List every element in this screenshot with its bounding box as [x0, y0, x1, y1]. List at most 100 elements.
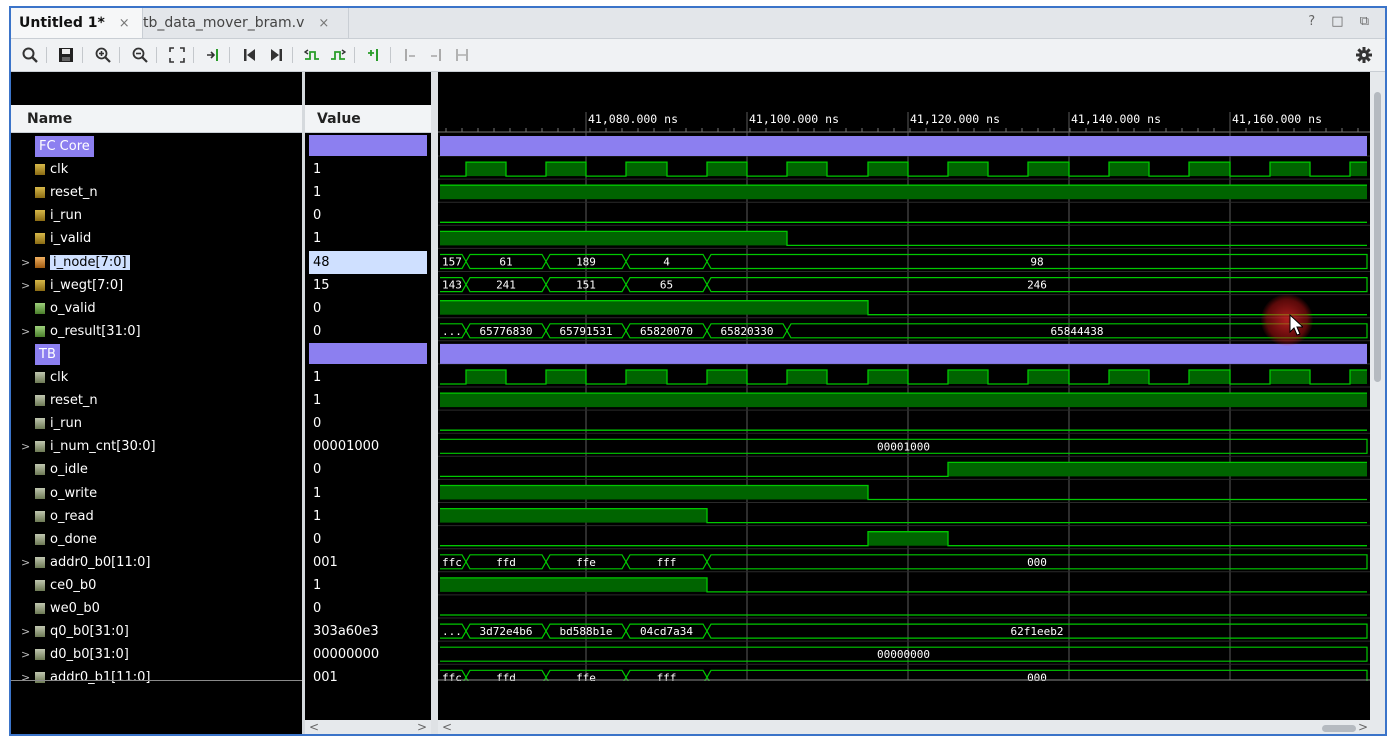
signal-row-13[interactable]: > i_num_cnt[30:0] [21, 435, 156, 458]
signal-name: o_write [50, 486, 98, 501]
signal-row-19[interactable]: ce0_b0 [21, 574, 96, 597]
add-marker-icon[interactable] [363, 44, 385, 66]
previous-marker-icon[interactable] [399, 44, 421, 66]
signal-icon [35, 210, 45, 221]
q0-b0-bus-value-label: 04cd7a34 [640, 625, 693, 638]
go-to-cursor-icon[interactable] [202, 44, 224, 66]
signal-icon [35, 603, 45, 614]
tb-clk-wave-fill [1028, 370, 1069, 384]
signal-row-2[interactable]: reset_n [21, 181, 98, 204]
tb-clk-wave-fill [868, 370, 908, 384]
toolbar-separator [292, 47, 293, 63]
name-column-header[interactable]: Name [11, 105, 302, 133]
group-label[interactable]: FC Core [35, 136, 94, 157]
signal-row-6[interactable]: > i_wegt[7:0] [21, 274, 123, 297]
zoom-out-icon[interactable] [129, 44, 151, 66]
previous-transition-icon[interactable] [301, 44, 323, 66]
signal-row-8[interactable]: > o_result[31:0] [21, 320, 141, 343]
signal-row-12[interactable]: i_run [21, 412, 82, 435]
signal-row-1[interactable]: clk [21, 158, 68, 181]
tab-label: Untitled 1* [19, 15, 105, 31]
signal-row-20[interactable]: we0_b0 [21, 597, 100, 620]
signal-value: 001 [313, 670, 338, 685]
signal-row-5[interactable]: > i_node[7:0] [21, 251, 130, 274]
go-to-end-icon[interactable] [265, 44, 287, 66]
wave-splitter[interactable] [431, 72, 438, 734]
signal-row-0[interactable]: FC Core [21, 135, 94, 158]
value-cell: 1 [305, 181, 431, 204]
tab-tb-data-mover-bram[interactable]: tb_data_mover_bram.v × [137, 8, 337, 38]
o-done-wave-fill [868, 531, 948, 546]
wave-horizontal-scrollbar[interactable]: < > [438, 720, 1370, 734]
signal-row-3[interactable]: i_run [21, 204, 82, 227]
scroll-right-arrow[interactable]: > [417, 720, 427, 734]
i-node-bus-value-label: 61 [499, 256, 512, 269]
signal-row-18[interactable]: > addr0_b0[11:0] [21, 551, 150, 574]
expand-chevron-icon[interactable]: > [21, 325, 35, 338]
signal-value: 1 [313, 509, 322, 524]
signal-row-15[interactable]: o_write [21, 482, 97, 505]
group-label[interactable]: TB [35, 344, 60, 365]
save-icon[interactable] [55, 44, 77, 66]
gear-icon[interactable] [1353, 44, 1375, 66]
addr0-b0-bus-value-label: 000 [1027, 556, 1047, 569]
signal-row-11[interactable]: reset_n [21, 389, 98, 412]
o-result-bus-value-label: 65820070 [640, 325, 693, 338]
value-horizontal-scrollbar[interactable]: < > [305, 720, 431, 734]
expand-chevron-icon[interactable]: > [21, 279, 35, 292]
signal-icon [35, 534, 45, 545]
signal-row-21[interactable]: > q0_b0[31:0] [21, 620, 129, 643]
expand-chevron-icon[interactable]: > [21, 556, 35, 569]
scroll-right-arrow[interactable]: > [1358, 720, 1368, 734]
expand-chevron-icon[interactable]: > [21, 625, 35, 638]
toolbar [11, 39, 1385, 72]
signal-row-14[interactable]: o_idle [21, 458, 88, 481]
tb-clk-wave-fill [1189, 370, 1230, 384]
scroll-left-arrow[interactable]: < [309, 720, 319, 734]
signal-name: q0_b0[31:0] [50, 624, 129, 639]
signal-name: clk [50, 162, 69, 177]
vertical-scrollbar[interactable] [1370, 72, 1385, 734]
bus-signal-icon [35, 441, 45, 452]
toolbar-separator [354, 47, 355, 63]
value-cell: 001 [305, 551, 431, 574]
tab-untitled-1[interactable]: Untitled 1* × [11, 8, 143, 38]
expand-chevron-icon[interactable]: > [21, 256, 35, 269]
expand-chevron-icon[interactable]: > [21, 671, 35, 684]
signal-row-23[interactable]: > addr0_b1[11:0] [21, 666, 150, 689]
close-icon[interactable]: × [318, 16, 329, 31]
signal-icon [35, 464, 45, 475]
horizontal-scroll-thumb[interactable] [1322, 725, 1356, 732]
signal-name: o_read [50, 509, 94, 524]
value-cell: 0 [305, 297, 431, 320]
search-icon[interactable] [19, 44, 41, 66]
expand-chevron-icon[interactable]: > [21, 648, 35, 661]
signal-icon [35, 580, 45, 591]
signal-row-17[interactable]: o_done [21, 528, 97, 551]
expand-chevron-icon[interactable]: > [21, 440, 35, 453]
swap-cursors-icon[interactable] [451, 44, 473, 66]
close-icon[interactable]: × [119, 16, 130, 31]
bus-signal-icon [35, 257, 45, 268]
signal-icon [35, 418, 45, 429]
tb-clk-wave-fill [1350, 370, 1367, 384]
value-cell: 0 [305, 412, 431, 435]
signal-row-9[interactable]: TB [21, 343, 60, 366]
zoom-fit-icon[interactable] [166, 44, 188, 66]
toolbar-separator [229, 47, 230, 63]
go-to-start-icon[interactable] [239, 44, 261, 66]
signal-row-7[interactable]: o_valid [21, 297, 96, 320]
window-controls[interactable]: ? □ ⧉ [1308, 14, 1375, 29]
toolbar-separator [193, 47, 194, 63]
signal-row-16[interactable]: o_read [21, 505, 94, 528]
value-column-header[interactable]: Value [305, 105, 431, 133]
fc-clk-wave-fill [466, 162, 506, 177]
signal-row-22[interactable]: > d0_b0[31:0] [21, 643, 129, 666]
zoom-in-icon[interactable] [92, 44, 114, 66]
vertical-scroll-thumb[interactable] [1374, 92, 1381, 382]
next-transition-icon[interactable] [327, 44, 349, 66]
next-marker-icon[interactable] [425, 44, 447, 66]
signal-row-4[interactable]: i_valid [21, 227, 91, 250]
signal-row-10[interactable]: clk [21, 366, 68, 389]
scroll-left-arrow[interactable]: < [442, 720, 452, 734]
